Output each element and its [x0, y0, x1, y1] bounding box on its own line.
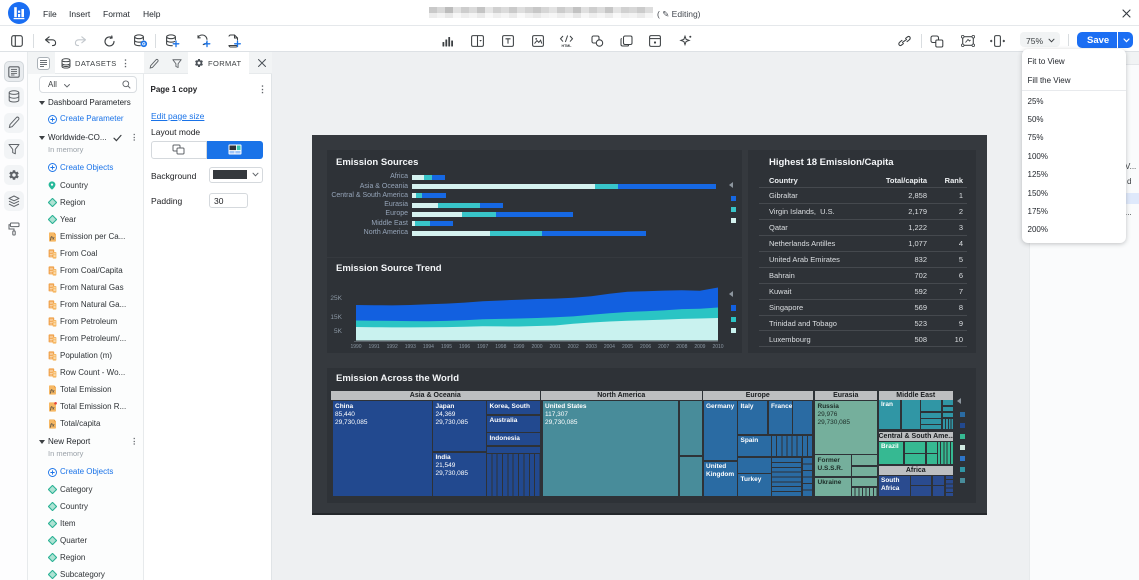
- svg-text:fx: fx: [50, 405, 55, 411]
- svg-text:fx: fx: [50, 235, 55, 241]
- svg-text:fx: fx: [50, 423, 55, 429]
- svg-text:fx: fx: [50, 388, 55, 394]
- svg-text:HTML: HTML: [562, 44, 573, 48]
